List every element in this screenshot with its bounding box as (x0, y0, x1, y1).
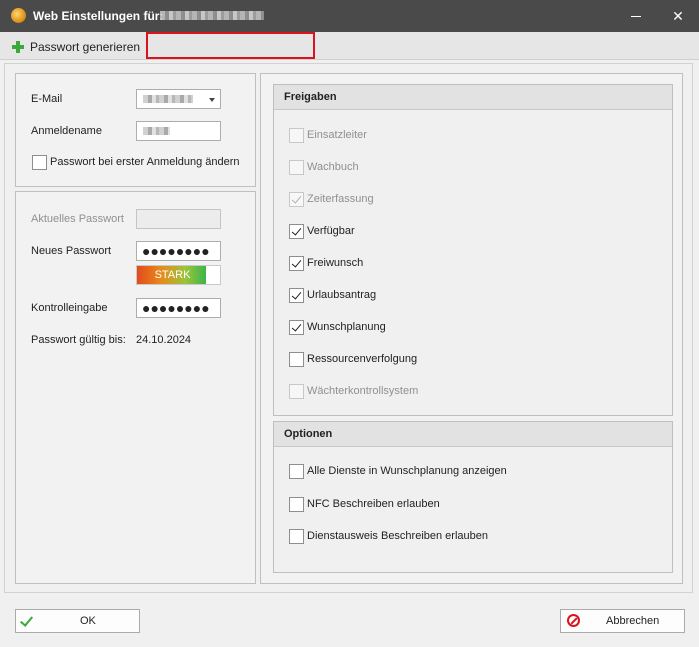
checkbox-label: NFC Beschreiben erlauben (307, 497, 440, 510)
minimize-icon (631, 16, 641, 17)
password-strength-meter: STARK (136, 265, 221, 285)
checkbox-freigaben-5[interactable] (289, 288, 304, 303)
checkbox-freigaben-3[interactable] (289, 224, 304, 239)
cancel-button[interactable]: Abbrechen (560, 609, 685, 633)
redacted-login-name (143, 127, 170, 135)
current-password-field (136, 209, 221, 229)
new-password-label: Neues Passwort (31, 245, 112, 257)
cancel-button-label: Abbrechen (606, 615, 660, 627)
new-password-value: ●●●●●●●● (142, 243, 210, 259)
login-name-field[interactable] (136, 121, 221, 141)
checkbox-optionen-2[interactable] (289, 529, 304, 544)
checkbox-label: Zeiterfassung (307, 193, 374, 205)
checkbox-optionen-1[interactable] (289, 496, 304, 512)
checkbox-label: Wachbuch (307, 161, 359, 173)
login-label: Anmeldename (31, 125, 102, 137)
ok-button[interactable]: OK (15, 609, 140, 633)
freigaben-group: Freigaben Einsatzleiter Wachbuch Zeiterfas… (273, 84, 673, 416)
cancel-icon (567, 614, 580, 627)
checkmark-icon (291, 289, 302, 300)
email-dropdown[interactable] (136, 89, 221, 109)
redacted-email (143, 95, 193, 103)
checkbox-label: Urlaubsantrag (307, 289, 377, 301)
checkbox-freigaben-1 (289, 160, 304, 175)
redacted-user-name (160, 11, 264, 20)
checkmark-icon (291, 257, 302, 268)
checkmark-icon (19, 613, 34, 627)
checkbox-freigaben-6[interactable] (289, 320, 304, 335)
checkbox-label: Verfügbar (307, 225, 355, 237)
optionen-header: Optionen (274, 422, 672, 447)
generate-password-label: Passwort generieren (30, 40, 141, 54)
optionen-group: Optionen Alle Dienste in Wunschplanung a… (273, 421, 673, 573)
checkbox-optionen-0[interactable] (289, 464, 304, 479)
checkmark-icon (291, 321, 302, 332)
chevron-down-icon (209, 98, 215, 102)
checkbox-label: Wächterkontrollsystem (307, 385, 419, 397)
checkbox-label: Freiwunsch (307, 257, 364, 269)
change-on-first-login-checkbox[interactable] (32, 155, 47, 170)
close-button[interactable]: ✕ (665, 4, 691, 28)
checkbox-freigaben-4[interactable] (289, 256, 304, 271)
highlight-box (146, 32, 315, 59)
checkbox-label: Einsatzleiter (307, 129, 367, 141)
rights-panel: Freigaben Einsatzleiter Wachbuch Zeiterfas… (260, 73, 683, 584)
app-logo-icon (11, 8, 26, 23)
confirm-password-label: Kontrolleingabe (31, 302, 108, 314)
title-bar: Web Einstellungen für: ✕ (0, 0, 699, 32)
change-on-first-login-label: Passwort bei erster Anmeldung ändern (50, 156, 240, 168)
password-panel: Aktuelles Passwort Neues Passwort ●●●●●●… (15, 191, 256, 584)
ok-button-label: OK (80, 615, 96, 627)
checkbox-label: Alle Dienste in Wunschplanung anzeigen (307, 465, 507, 477)
generate-password-button[interactable]: Passwort generieren (12, 39, 140, 55)
toolbar: Passwort generieren (0, 32, 699, 60)
close-icon: ✕ (672, 8, 684, 24)
checkbox-freigaben-7[interactable] (289, 352, 304, 367)
confirm-password-field[interactable]: ●●●●●●●● (136, 298, 221, 318)
checkbox-freigaben-8 (289, 384, 304, 399)
checkbox-label: Ressourcenverfolgung (307, 353, 418, 365)
checkmark-icon (291, 193, 302, 204)
checkbox-label: Dienstausweis Beschreiben erlauben (307, 530, 488, 542)
confirm-password-value: ●●●●●●●● (142, 300, 210, 316)
email-label: E-Mail (31, 93, 63, 105)
plus-icon (12, 41, 24, 53)
checkbox-freigaben-2 (289, 192, 304, 207)
valid-until-value: 24.10.2024 (136, 334, 192, 346)
checkbox-freigaben-0 (289, 128, 304, 143)
checkmark-icon (291, 225, 302, 236)
valid-until-label: Passwort gültig bis: (31, 334, 126, 346)
strength-label: STARK (154, 269, 191, 281)
minimize-button[interactable] (623, 4, 649, 28)
current-password-label: Aktuelles Passwort (31, 213, 124, 225)
checkbox-label: Wunschplanung (307, 321, 386, 333)
window-title: Web Einstellungen für: (33, 9, 164, 23)
account-panel: E-Mail Anmeldename Passwort bei erster A… (15, 73, 256, 187)
new-password-field[interactable]: ●●●●●●●● (136, 241, 221, 261)
freigaben-header: Freigaben (274, 85, 672, 110)
